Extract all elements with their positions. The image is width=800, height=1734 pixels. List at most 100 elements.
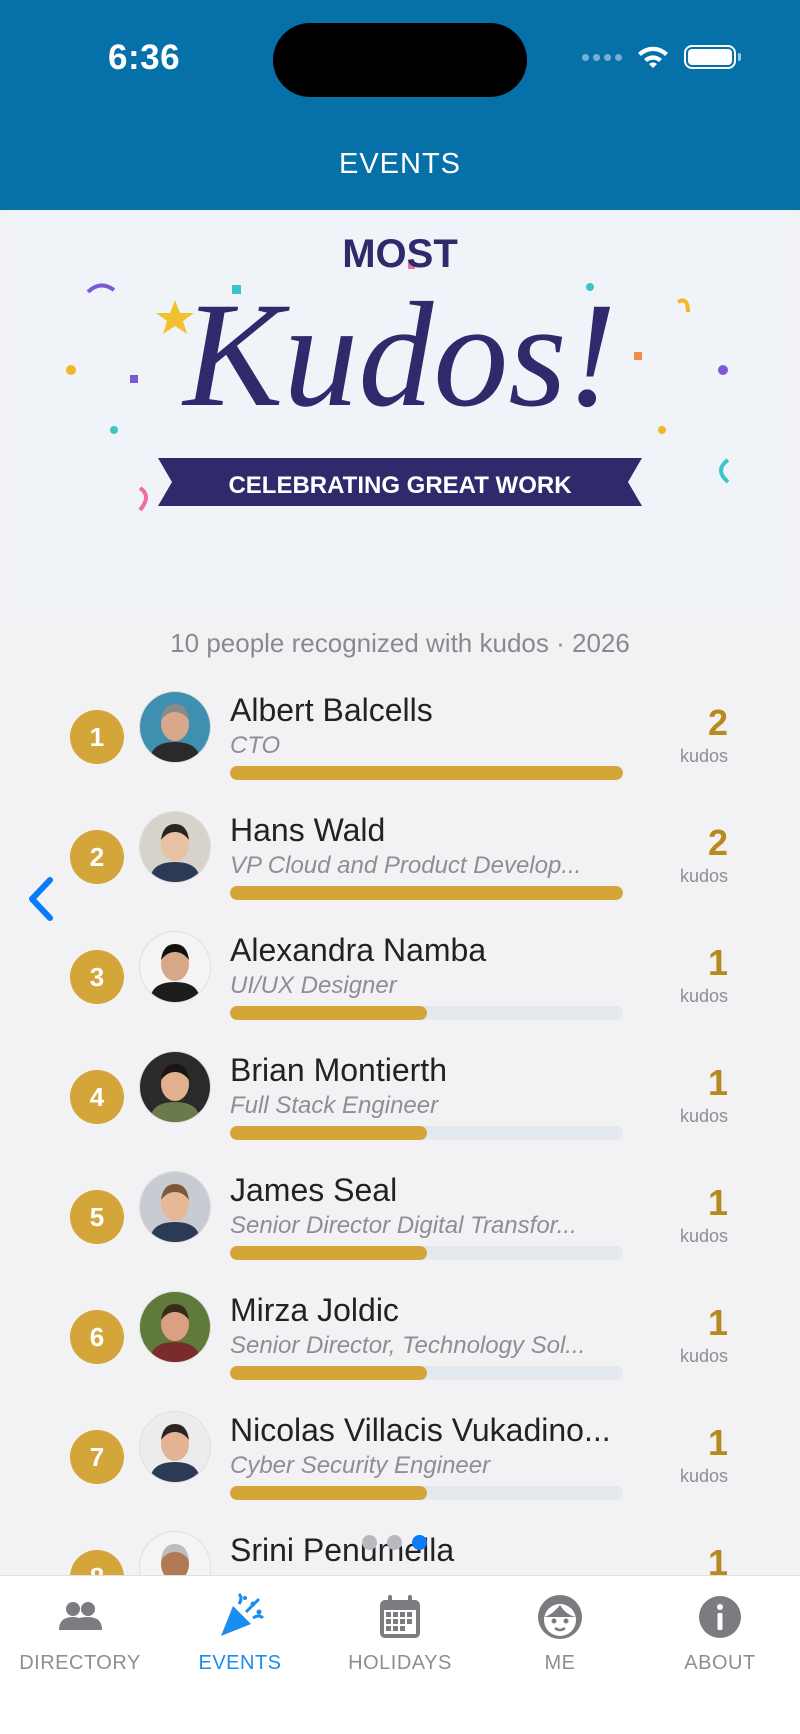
kudos-summary: 10 people recognized with kudos · 2026	[170, 628, 630, 658]
kudos-progress-bar	[230, 1486, 623, 1500]
top-header: 6:36 EVENTS	[0, 0, 800, 210]
person-name: Albert Balcells	[230, 692, 433, 728]
banner-kudos-text: Kudos!	[181, 272, 616, 438]
page-indicator[interactable]	[362, 1535, 427, 1550]
kudos-progress-fill	[230, 1366, 427, 1380]
tab-label: EVENTS	[198, 1652, 282, 1674]
person-role: Senior Director Digital Transfor...	[230, 1212, 577, 1239]
kudos-count: 1	[707, 1062, 728, 1103]
people-icon	[59, 1602, 102, 1630]
tab-bar: DIRECTORY EVENTS HOLIDAYS ME ABOUT	[0, 1575, 800, 1734]
avatar	[140, 692, 210, 762]
person-name: Mirza Joldic	[230, 1292, 399, 1328]
person-name: Alexandra Namba	[230, 932, 487, 968]
leaderboard-row[interactable]: 2 Hans Wald VP Cloud and Product Develop..…	[0, 800, 800, 920]
tab-label: ME	[544, 1652, 576, 1674]
leaderboard-row[interactable]: 6 Mirza Joldic Senior Director, Technology…	[0, 1280, 800, 1400]
kudos-progress-fill	[230, 1486, 427, 1500]
kudos-count: 1	[707, 942, 728, 983]
leaderboard-row[interactable]: 5 James Seal Senior Director Digital Trans…	[0, 1160, 800, 1280]
kudos-count-label: kudos	[679, 746, 728, 766]
kudos-progress-fill	[230, 1246, 427, 1260]
person-name: James Seal	[230, 1172, 398, 1208]
tab-holidays[interactable]: HOLIDAYS	[320, 1590, 480, 1675]
leaderboard-row[interactable]: 3 Alexandra Namba UI/UX Designer 1 kudos	[0, 920, 800, 1040]
tab-directory[interactable]: DIRECTORY	[0, 1590, 160, 1675]
page-dot-active[interactable]	[412, 1535, 427, 1550]
avatar	[140, 1172, 210, 1242]
kudos-count: 1	[707, 1542, 728, 1575]
kudos-progress-fill	[230, 1006, 427, 1020]
tab-label: DIRECTORY	[19, 1652, 141, 1674]
kudos-progress-bar	[230, 886, 623, 900]
rank-badge: 1	[70, 710, 124, 764]
kudos-count: 2	[707, 822, 728, 863]
kudos-count: 1	[707, 1182, 728, 1223]
tab-about[interactable]: ABOUT	[640, 1590, 800, 1675]
avatar	[140, 1292, 210, 1362]
kudos-progress-bar	[230, 1006, 623, 1020]
page-dot[interactable]	[387, 1535, 402, 1550]
person-role: UI/UX Designer	[230, 972, 397, 999]
person-role: Senior Director, Technology Sol...	[230, 1332, 586, 1359]
person-name: Hans Wald	[230, 812, 386, 848]
person-role: CTO	[230, 732, 281, 759]
rank-badge: 4	[70, 1070, 124, 1124]
avatar	[140, 1052, 210, 1122]
person-role: Full Stack Engineer	[230, 1092, 439, 1119]
tab-label: ABOUT	[684, 1652, 756, 1674]
person-name: Srini Penumella	[230, 1532, 455, 1568]
person-role: Cyber Security Engineer	[230, 1452, 491, 1479]
cellular-signal-icon	[582, 53, 622, 61]
kudos-count-label: kudos	[679, 866, 728, 886]
rank-badge: 3	[70, 950, 124, 1004]
status-time: 6:36	[108, 38, 181, 77]
kudos-count-label: kudos	[679, 1106, 728, 1126]
kudos-progress-bar	[230, 766, 623, 780]
wifi-icon	[638, 46, 668, 68]
tab-label: HOLIDAYS	[348, 1652, 452, 1674]
kudos-count-label: kudos	[679, 1226, 728, 1246]
kudos-count: 2	[707, 702, 728, 743]
kudos-progress-bar	[230, 1366, 623, 1380]
rank-badge: 6	[70, 1310, 124, 1364]
tab-me[interactable]: ME	[480, 1590, 640, 1675]
avatar	[140, 932, 210, 1002]
battery-icon	[684, 45, 741, 69]
status-icons	[582, 44, 741, 70]
kudos-count: 1	[707, 1422, 728, 1463]
leaderboard-row[interactable]: 1 Albert Balcells CTO 2 kudos	[0, 680, 800, 800]
kudos-progress-fill	[230, 886, 623, 900]
rank-badge: 7	[70, 1430, 124, 1484]
banner-most-text: MOST	[342, 232, 458, 276]
rank-badge: 8	[70, 1550, 124, 1575]
party-popper-icon	[221, 1592, 265, 1636]
kudos-count: 1	[707, 1302, 728, 1343]
page-dot[interactable]	[362, 1535, 377, 1550]
leaderboard-row[interactable]: 4 Brian Montierth Full Stack Engineer 1 kudo…	[0, 1040, 800, 1160]
kudos-progress-bar	[230, 1246, 623, 1260]
kudos-count-label: kudos	[679, 986, 728, 1006]
banner-ribbon-text: CELEBRATING GREAT WORK	[228, 472, 572, 499]
chevron-left-icon[interactable]	[24, 876, 58, 922]
kudos-progress-fill	[230, 1126, 427, 1140]
page-title: EVENTS	[338, 148, 462, 180]
leaderboard-row[interactable]: 7 Nicolas Villacis Vukadino... Cyber Secur…	[0, 1400, 800, 1520]
info-icon	[699, 1596, 741, 1638]
avatar	[140, 812, 210, 882]
rank-badge: 2	[70, 830, 124, 884]
dynamic-island	[273, 23, 527, 97]
avatar	[140, 1412, 210, 1482]
calendar-icon	[380, 1595, 420, 1638]
kudos-leaderboard[interactable]: 1 Albert Balcells CTO 2 kudos 2 Hans Wald VP Cl…	[0, 680, 800, 1575]
tab-events[interactable]: EVENTS	[160, 1590, 320, 1675]
rank-badge: 5	[70, 1190, 124, 1244]
face-icon	[538, 1595, 582, 1639]
kudos-count-label: kudos	[679, 1466, 728, 1486]
kudos-progress-fill	[230, 766, 623, 780]
kudos-progress-bar	[230, 1126, 623, 1140]
avatar	[140, 1532, 210, 1575]
kudos-banner: MOST Kudos! CELEBRATING GREAT WORK	[10, 210, 790, 615]
person-name: Nicolas Villacis Vukadino...	[230, 1412, 611, 1448]
person-role: VP Cloud and Product Develop...	[230, 852, 582, 879]
